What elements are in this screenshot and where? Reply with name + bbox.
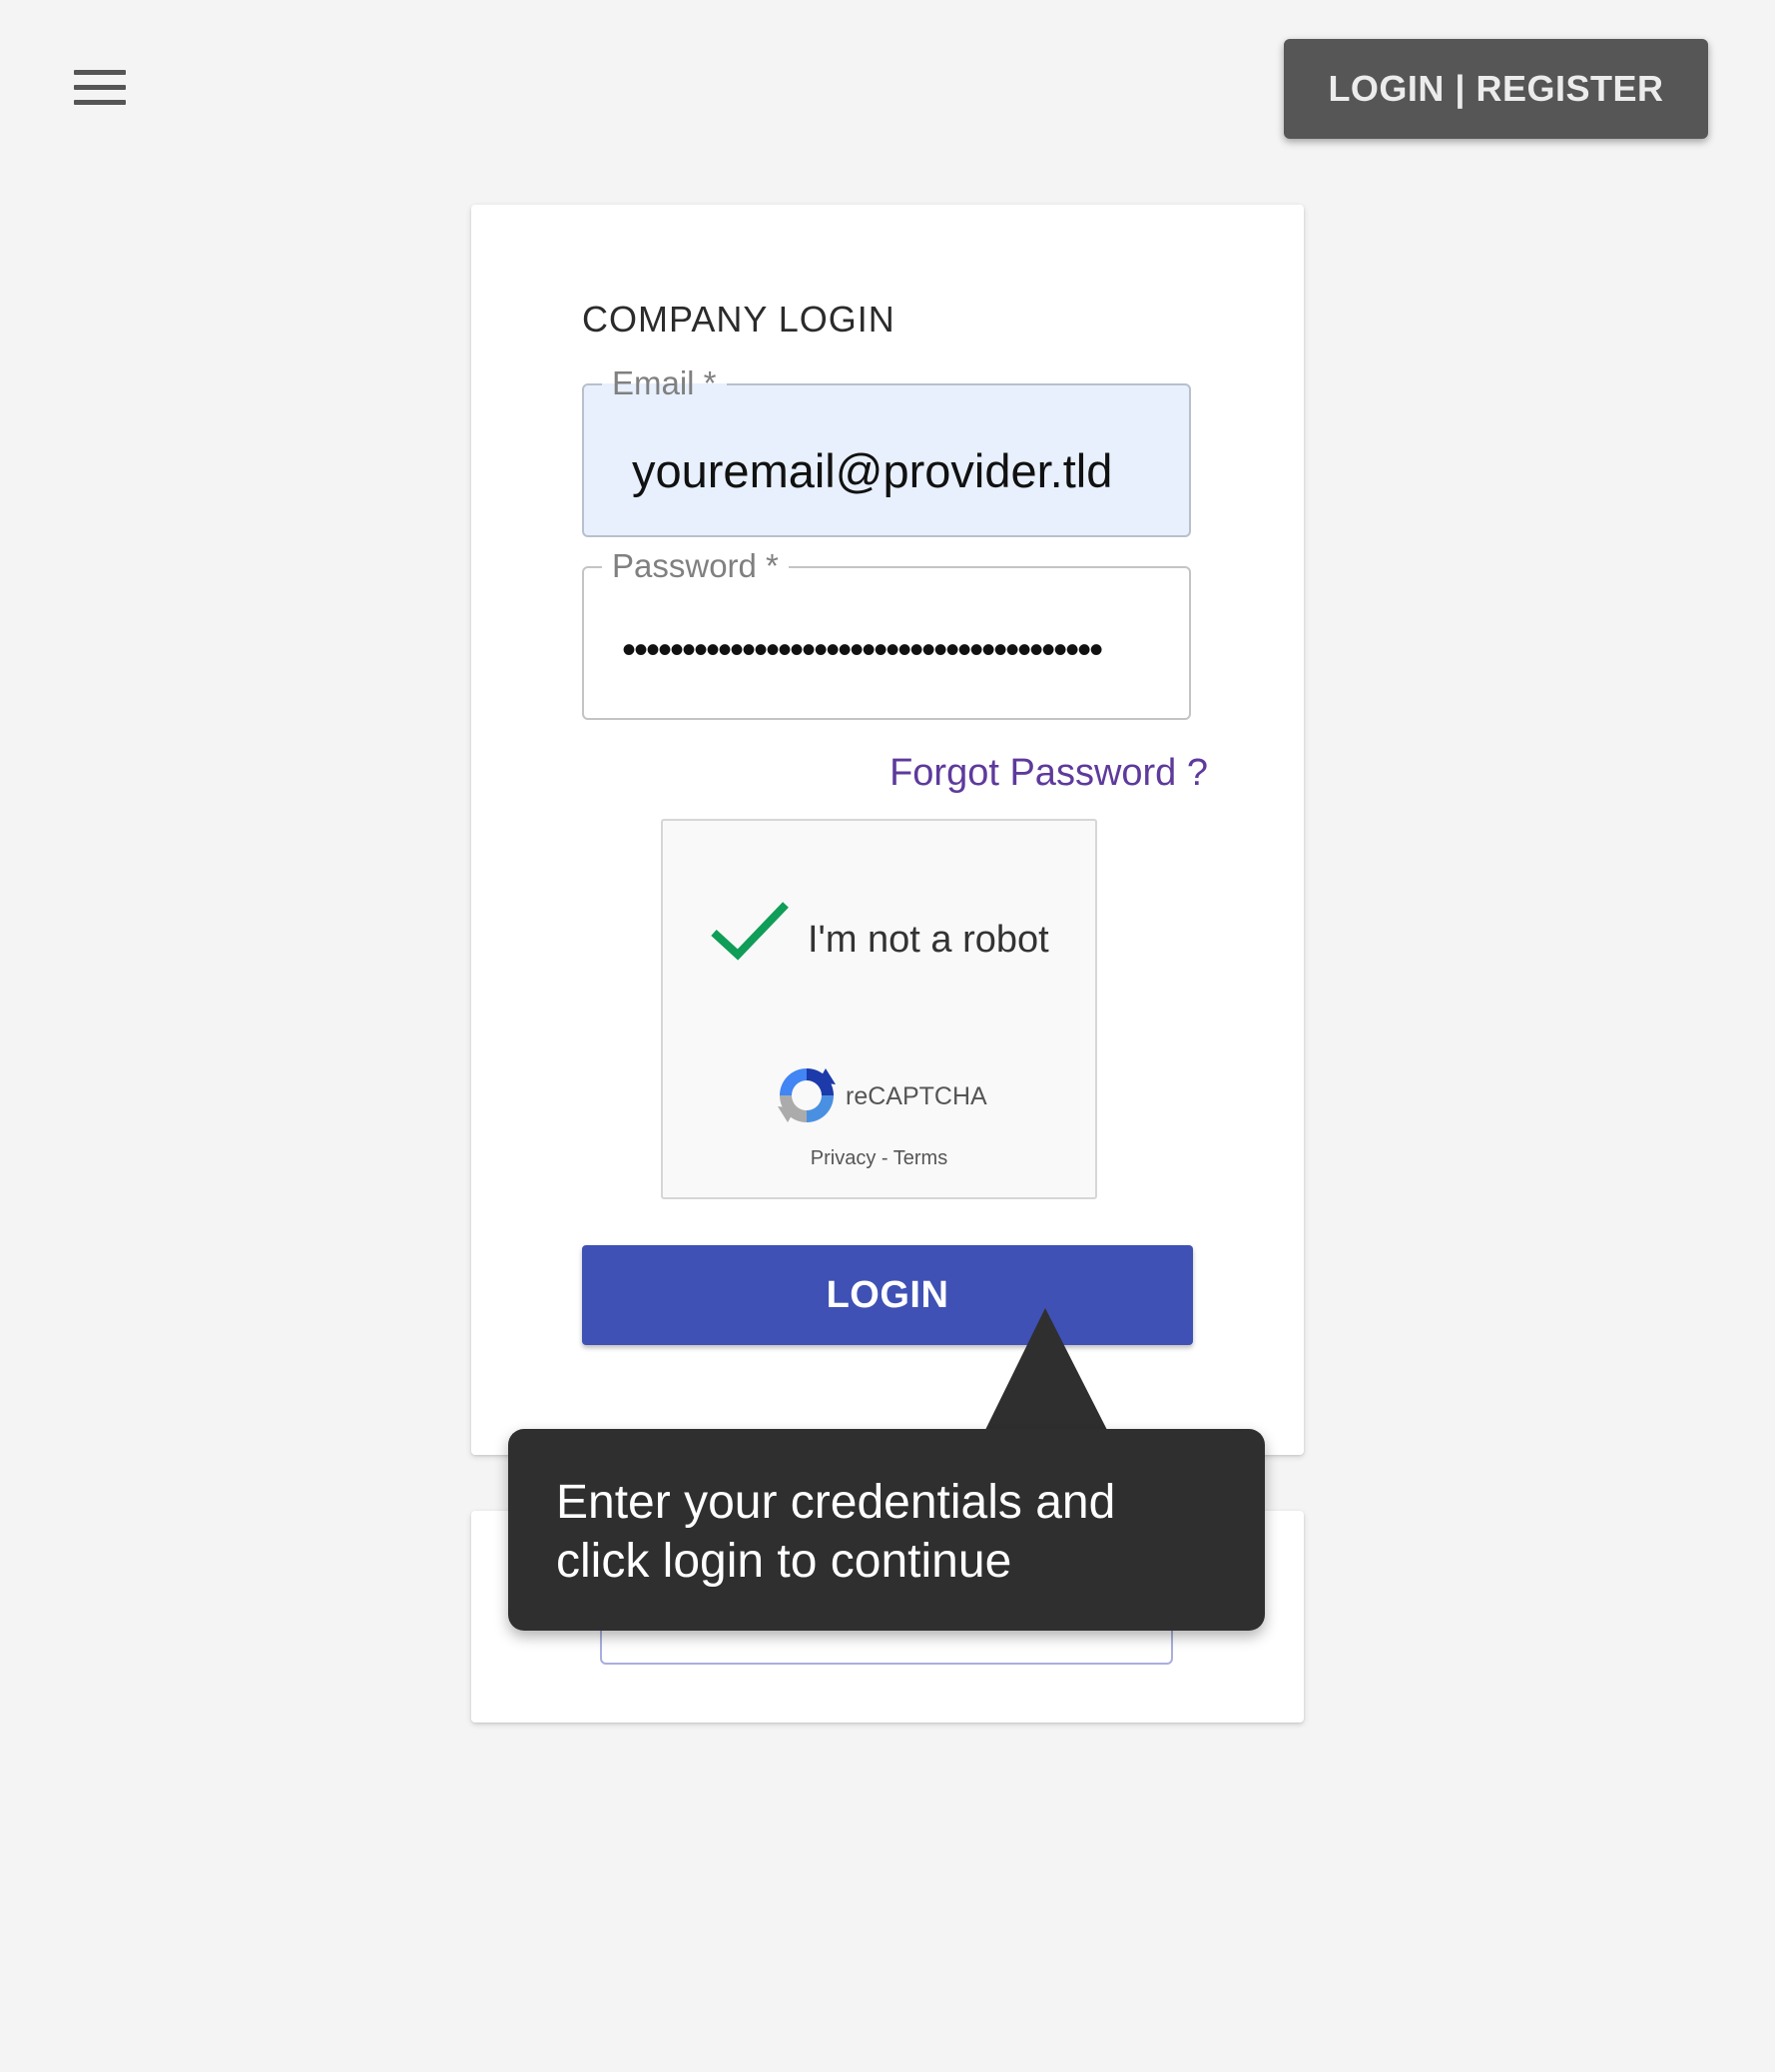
hamburger-line xyxy=(74,100,126,105)
tooltip-line-2: click login to continue xyxy=(556,1535,1012,1588)
password-field: Password * xyxy=(582,546,1191,720)
recaptcha-logo-icon xyxy=(778,1068,836,1122)
login-card: COMPANY LOGIN Email * Password * Forgot … xyxy=(471,205,1304,1455)
recaptcha-links: Privacy - Terms xyxy=(663,1147,1095,1170)
login-register-button[interactable]: LOGIN | REGISTER xyxy=(1284,39,1708,139)
hamburger-line xyxy=(74,85,126,90)
checkmark-icon[interactable] xyxy=(708,899,792,963)
recaptcha-brand-text: reCAPTCHA xyxy=(846,1082,987,1110)
hamburger-line xyxy=(74,70,126,75)
recaptcha-terms-link[interactable]: Terms xyxy=(893,1147,947,1169)
email-field: Email * xyxy=(582,363,1191,537)
recaptcha-privacy-link[interactable]: Privacy xyxy=(811,1147,877,1169)
tooltip-line-1: Enter your credentials and xyxy=(556,1476,1116,1529)
password-input[interactable] xyxy=(584,568,1189,718)
tooltip: Enter your credentials and click login t… xyxy=(508,1429,1265,1631)
email-input[interactable] xyxy=(584,385,1189,535)
hamburger-menu-icon[interactable] xyxy=(74,70,126,106)
recaptcha-link-separator: - xyxy=(876,1147,893,1169)
page-title: COMPANY LOGIN xyxy=(582,299,895,340)
tooltip-arrow-icon xyxy=(985,1308,1107,1430)
recaptcha-checkbox-label: I'm not a robot xyxy=(808,919,1049,961)
forgot-password-link[interactable]: Forgot Password ? xyxy=(889,752,1208,795)
recaptcha-widget: I'm not a robot reCAPTCHA Privacy - Term… xyxy=(661,819,1097,1199)
